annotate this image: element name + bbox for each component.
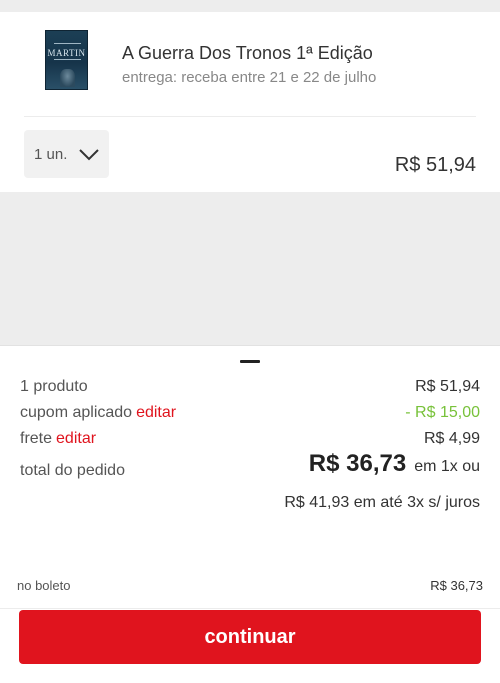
continue-button[interactable]: continuar (19, 610, 481, 664)
shipping-label: frete (20, 430, 53, 447)
products-row: 1 produto R$ 51,94 (20, 378, 480, 396)
shipping-row: frete editar R$ 4,99 (20, 430, 480, 448)
delivery-estimate: entrega: receba entre 21 e 22 de julho (122, 69, 377, 86)
cover-figure (60, 69, 75, 87)
products-label: 1 produto (20, 378, 88, 395)
item-price: R$ 51,94 (394, 154, 476, 176)
coupon-discount-value: - R$ 15,00 (405, 404, 480, 421)
shipping-value: R$ 4,99 (423, 430, 480, 447)
total-suffix: em 1x ou (414, 458, 480, 475)
cover-line (54, 43, 81, 44)
quantity-value: 1 un. (34, 145, 68, 163)
book-cover-image[interactable]: MARTIN (45, 30, 88, 90)
total-amount: R$ 36,73 (308, 450, 407, 477)
products-value: R$ 51,94 (415, 378, 480, 395)
chevron-down-icon (79, 148, 100, 161)
shipping-edit-link[interactable]: editar (56, 430, 96, 447)
boleto-label: no boleto (17, 578, 71, 593)
boleto-value: R$ 36,73 (430, 578, 483, 593)
cover-author: MARTIN (47, 48, 86, 58)
cover-line (54, 59, 81, 60)
drag-handle[interactable] (240, 360, 260, 363)
divider (24, 116, 476, 117)
total-label: total do pedido (20, 462, 125, 479)
cart-item-card: MARTIN A Guerra Dos Tronos 1ª Edição ent… (0, 12, 500, 192)
coupon-edit-link[interactable]: editar (136, 404, 176, 421)
divider (0, 608, 500, 609)
product-title[interactable]: A Guerra Dos Tronos 1ª Edição (122, 43, 373, 64)
installments-text: R$ 41,93 em até 3x s/ juros (284, 494, 480, 511)
coupon-label: cupom aplicado (20, 404, 133, 421)
top-strip (0, 0, 500, 12)
coupon-row: cupom aplicado editar - R$ 15,00 (20, 404, 480, 422)
boleto-row: no boleto R$ 36,73 (17, 578, 483, 593)
order-summary-panel: 1 produto R$ 51,94 cupom aplicado editar … (0, 345, 500, 683)
quantity-select[interactable]: 1 un. (24, 130, 109, 178)
